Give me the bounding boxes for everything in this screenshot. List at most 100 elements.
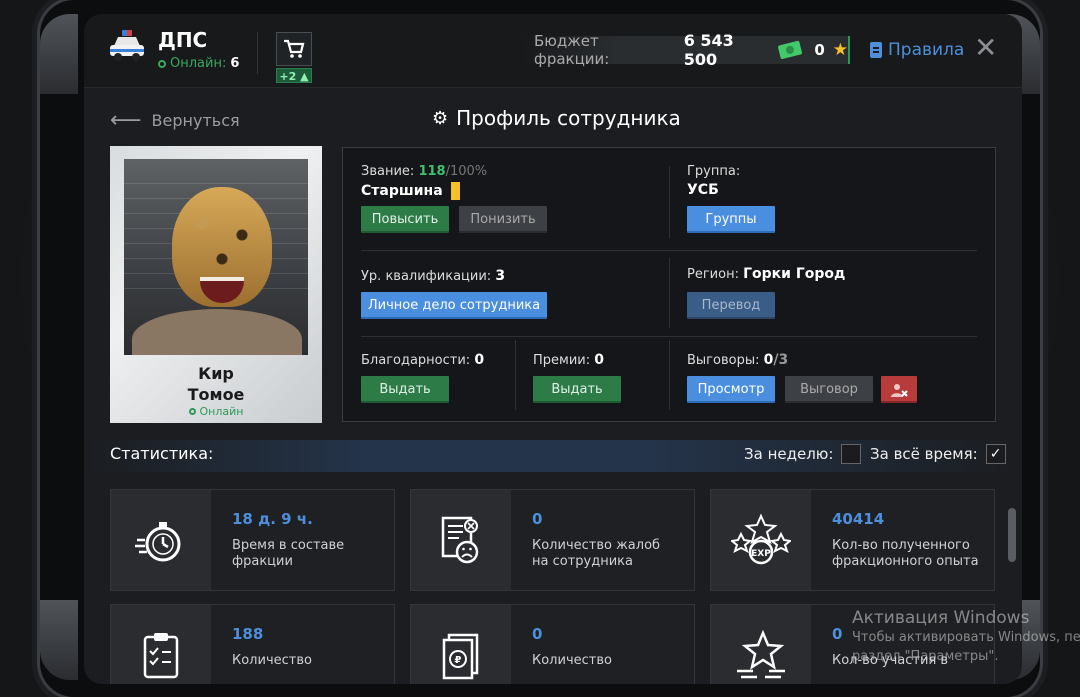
- stat-desc-line2: фракционного опыта: [832, 554, 979, 569]
- online-label: Онлайн:: [170, 56, 227, 71]
- close-icon: ✕: [974, 31, 998, 64]
- mugshot-body: [132, 309, 302, 355]
- rules-link[interactable]: Правила: [870, 40, 964, 60]
- stat-desc-line1: Количество жалоб: [532, 538, 661, 553]
- thanks-label: Благодарности:: [361, 353, 471, 368]
- divider: [257, 32, 258, 74]
- back-button[interactable]: ⟵ Вернуться: [110, 108, 240, 133]
- group-name: УСБ: [687, 182, 719, 198]
- stat-value: 0: [532, 510, 543, 528]
- stat-value: 18 д. 9 ч.: [232, 510, 313, 528]
- demote-button[interactable]: Понизить: [459, 206, 547, 233]
- budget-value: 6 543 500: [683, 31, 734, 69]
- personal-file-button[interactable]: Личное дело сотрудника: [361, 292, 547, 319]
- all-time-checkbox[interactable]: ✓: [985, 444, 1006, 464]
- stat-value: 40414: [832, 510, 885, 528]
- week-label: За неделю:: [744, 445, 834, 463]
- online-dot-icon: [188, 408, 196, 415]
- money-document-icon: ₽: [442, 633, 479, 680]
- stat-icon-box: [111, 490, 211, 590]
- promote-button[interactable]: Повысить: [361, 206, 449, 233]
- stat-icon-box: [711, 605, 811, 684]
- money-icon: [777, 40, 802, 60]
- online-count: 6: [230, 56, 240, 71]
- stat-desc-line1: Количество: [532, 653, 612, 668]
- stat-value: 0: [532, 625, 543, 643]
- shopping-cart-icon: [284, 39, 305, 58]
- stat-description: Количество жалоб на сотрудника: [532, 538, 660, 570]
- stat-desc-line2: на сотрудника: [532, 554, 633, 569]
- complaint-document-icon: [441, 516, 479, 564]
- stat-card-time-in-faction: 18 д. 9 ч. Время в составе фракции: [110, 489, 395, 591]
- all-time-filter[interactable]: За всё время: ✓: [870, 444, 1006, 464]
- view-reprimands-button[interactable]: Просмотр: [687, 376, 775, 403]
- shop-cart-button[interactable]: [276, 32, 312, 66]
- employee-status: Онлайн: [124, 405, 308, 418]
- rank-label-row: Звание: 118/100%: [361, 164, 487, 179]
- reprimand-button[interactable]: Выговор: [785, 376, 873, 403]
- shop-badge-value: +2: [279, 70, 297, 83]
- stat-value: 188: [232, 625, 264, 643]
- employee-status-text: Онлайн: [199, 405, 244, 418]
- give-bonus-button[interactable]: Выдать: [533, 376, 621, 403]
- group-label: Группа:: [687, 164, 741, 179]
- shop-badge: +2 ▲: [276, 68, 312, 83]
- page-title: ⚙ Профиль сотрудника: [432, 106, 681, 130]
- divider: [361, 336, 977, 337]
- frame-corner: [40, 14, 78, 94]
- rules-label: Правила: [888, 40, 965, 60]
- gear-icon: ⚙: [432, 107, 449, 129]
- bonus-label: Премии:: [533, 353, 591, 368]
- stats-title: Статистика:: [110, 444, 214, 463]
- stat-card-checklist: 188 Количество: [110, 604, 395, 684]
- stat-card-experience: EXP 40414 Кол-во полученного фракционног…: [710, 489, 995, 591]
- remove-reprimand-button[interactable]: [881, 376, 917, 403]
- stat-icon-box: [111, 605, 211, 684]
- week-filter[interactable]: За неделю:: [744, 444, 862, 464]
- faction-panel: ДПС Онлайн: 6 +2 ▲ Бюджет фракции: 6 543…: [84, 14, 1022, 684]
- windows-activation-watermark: Активация Windows Чтобы активировать Win…: [852, 609, 1080, 666]
- svg-text:₽: ₽: [455, 655, 462, 666]
- clipboard-checklist-icon: [143, 633, 179, 679]
- reprimands-max: /3: [773, 352, 789, 368]
- faction-name: ДПС: [158, 28, 208, 52]
- rank-progress: 118: [418, 164, 446, 179]
- give-thanks-button[interactable]: Выдать: [361, 376, 449, 403]
- stat-icon-box: EXP: [711, 490, 811, 590]
- close-button[interactable]: ✕: [974, 34, 997, 62]
- rank-insignia-icon: [450, 182, 460, 200]
- stat-desc-line1: Кол-во полученного: [832, 538, 970, 553]
- budget-label: Бюджет фракции:: [534, 32, 610, 68]
- stat-icon-box: [411, 490, 511, 590]
- back-label: Вернуться: [151, 111, 240, 130]
- checkmark-icon: ✓: [989, 446, 1002, 462]
- exp-stars-icon: EXP: [731, 513, 791, 565]
- region-name: Горки Город: [743, 266, 846, 282]
- divider: [669, 258, 670, 328]
- stars-value: 0: [814, 41, 825, 59]
- region-row: Регион: Горки Город: [687, 266, 845, 282]
- groups-button[interactable]: Группы: [687, 206, 775, 233]
- qualification-row: Ур. квалификации: 3: [361, 268, 505, 284]
- employee-mugshot: [124, 159, 308, 355]
- divider: [515, 340, 516, 410]
- week-checkbox[interactable]: [841, 444, 862, 464]
- arrow-up-icon: ▲: [300, 70, 309, 83]
- police-car-icon: [110, 30, 144, 61]
- reprimands-row: Выговоры: 0/3: [687, 352, 788, 368]
- transfer-button[interactable]: Перевод: [687, 292, 775, 319]
- svg-text:EXP: EXP: [751, 549, 771, 559]
- stat-card-complaints: 0 Количество жалоб на сотрудника: [410, 489, 695, 591]
- region-label: Регион:: [687, 267, 739, 282]
- stat-description: Количество: [532, 653, 612, 669]
- qualification-value: 3: [495, 268, 506, 284]
- stat-description: Кол-во полученного фракционного опыта: [832, 538, 979, 570]
- rank-label: Звание:: [361, 164, 415, 179]
- reprimands-label: Выговоры:: [687, 353, 760, 368]
- star-speed-icon: [737, 629, 785, 679]
- scrollbar-thumb[interactable]: [1008, 508, 1016, 562]
- bonus-row: Премии: 0: [533, 352, 604, 368]
- divider: [669, 166, 670, 238]
- top-bar: ДПС Онлайн: 6 +2 ▲ Бюджет фракции: 6 543…: [84, 14, 1022, 88]
- faction-online: Онлайн: 6: [158, 56, 239, 71]
